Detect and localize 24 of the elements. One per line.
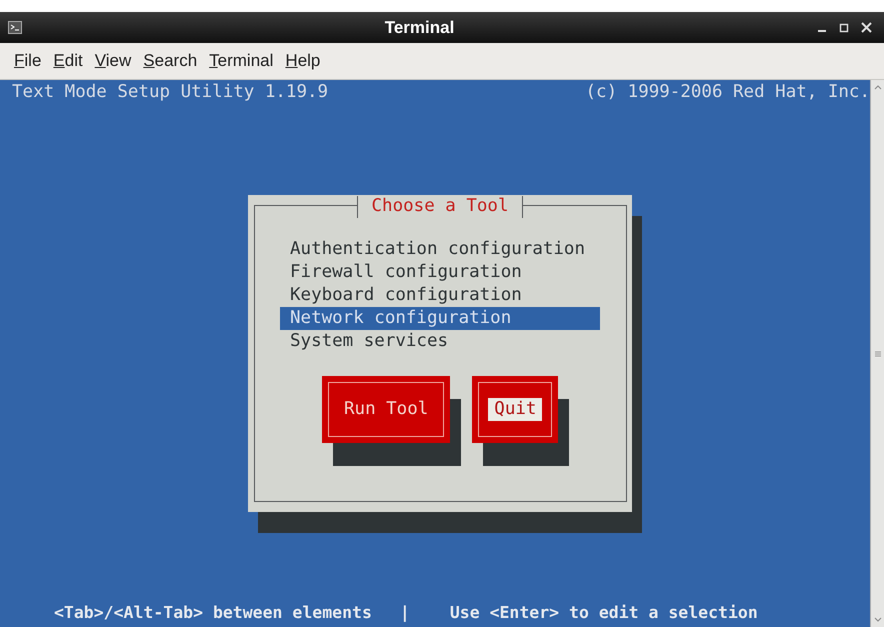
- menu-item[interactable]: View: [94, 48, 132, 74]
- list-item[interactable]: Authentication configuration: [280, 238, 600, 261]
- menu-item[interactable]: Search: [143, 48, 198, 74]
- maximize-icon[interactable]: [839, 22, 849, 32]
- help-text: <Tab>/<Alt-Tab> between elements: [54, 602, 372, 624]
- dialog-title: Choose a Tool: [370, 195, 510, 218]
- list-item[interactable]: Network configuration: [280, 307, 600, 330]
- help-text: Use <Enter> to edit a selection: [450, 602, 758, 624]
- terminal-icon: [8, 21, 22, 34]
- close-icon[interactable]: [861, 22, 872, 33]
- list-item[interactable]: Firewall configuration: [280, 261, 600, 284]
- window-title: Terminal: [384, 16, 454, 39]
- menu-item[interactable]: Edit: [53, 48, 83, 74]
- copyright-text: (c) 1999-2006 Red Hat, Inc.: [586, 81, 870, 104]
- menu-item[interactable]: Help: [285, 48, 320, 74]
- menu-item[interactable]: File: [14, 48, 42, 74]
- header-text: Text Mode Setup Utility 1.19.9: [12, 81, 328, 104]
- menu-item[interactable]: Terminal: [209, 48, 274, 74]
- list-item[interactable]: System services: [280, 330, 600, 353]
- list-item[interactable]: Keyboard configuration: [280, 284, 600, 307]
- dialog-button[interactable]: Quit: [472, 376, 558, 443]
- separator-text: |: [400, 602, 410, 624]
- scroll-grip-icon: [874, 350, 882, 358]
- dialog-button[interactable]: Run Tool: [322, 376, 450, 443]
